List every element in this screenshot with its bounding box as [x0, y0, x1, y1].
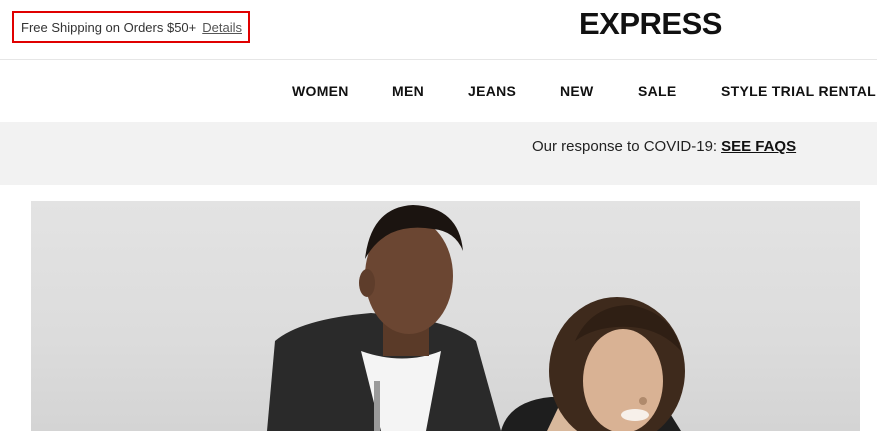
covid-message: Our response to COVID-19: SEE FAQS	[532, 138, 796, 155]
female-model-figure	[501, 297, 685, 431]
see-faqs-link[interactable]: SEE FAQS	[721, 138, 796, 155]
free-shipping-text: Free Shipping on Orders $50+	[21, 19, 197, 35]
covid-banner: Our response to COVID-19: SEE FAQS	[0, 122, 877, 185]
free-shipping-promo: Free Shipping on Orders $50+ Details	[12, 11, 250, 43]
top-bar: Free Shipping on Orders $50+ Details EXP…	[0, 0, 877, 60]
main-nav: WOMEN MEN JEANS NEW SALE STYLE TRIAL REN…	[0, 60, 877, 122]
covid-text: Our response to COVID-19:	[532, 138, 718, 155]
nav-item-sale[interactable]: SALE	[638, 83, 677, 99]
nav-item-women[interactable]: WOMEN	[292, 83, 349, 99]
details-link[interactable]: Details	[202, 20, 242, 35]
hero-photo-illustration	[267, 205, 685, 431]
hero-image[interactable]	[31, 201, 860, 431]
nav-item-new[interactable]: NEW	[560, 83, 594, 99]
nav-item-men[interactable]: MEN	[392, 83, 424, 99]
nav-item-jeans[interactable]: JEANS	[468, 83, 516, 99]
express-logo[interactable]: EXPRESS	[579, 6, 722, 42]
nav-item-style-trial-rental[interactable]: STYLE TRIAL RENTAL	[721, 83, 876, 99]
male-model-figure	[267, 205, 501, 431]
